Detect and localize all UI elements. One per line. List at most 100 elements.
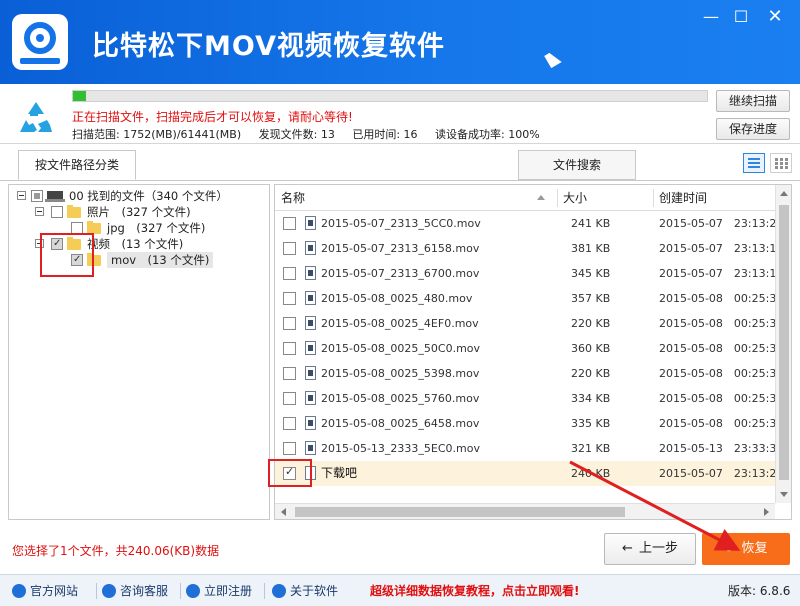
file-name: 2015-05-08_0025_4EF0.mov — [321, 317, 479, 330]
column-name[interactable]: 名称 — [277, 185, 557, 211]
row-checkbox[interactable] — [283, 242, 296, 255]
scan-warning-text: 正在扫描文件，扫描完成后才可以恢复，请耐心等待! — [72, 110, 353, 124]
list-header: 名称 大小 创建时间 — [275, 185, 775, 211]
vertical-scrollbar[interactable] — [775, 185, 791, 503]
column-created[interactable]: 创建时间 — [655, 185, 775, 211]
version-label: 版本: 6.8.6 — [728, 584, 791, 598]
tree-checkbox[interactable] — [31, 190, 43, 202]
table-row[interactable]: 2015-05-08_0025_4EF0.mov 220 KB 2015-05-08… — [275, 311, 783, 336]
scroll-left-icon[interactable] — [281, 508, 286, 516]
table-row[interactable]: 下载吧 240 KB 2015-05-07 23:13:20 — [275, 461, 783, 486]
tab-file-search[interactable]: 文件搜索 — [518, 150, 636, 180]
scroll-up-icon[interactable] — [780, 191, 788, 196]
file-size: 220 KB — [571, 367, 611, 380]
scroll-down-icon[interactable] — [780, 492, 788, 497]
file-icon — [305, 416, 316, 430]
table-row[interactable]: 2015-05-07_2313_5CC0.mov 241 KB 2015-05-07… — [275, 211, 783, 236]
collapse-icon[interactable] — [35, 207, 44, 216]
scroll-thumb[interactable] — [295, 507, 625, 517]
tree-item-photos[interactable]: 照片 (327 个文件) — [17, 204, 267, 220]
file-size: 334 KB — [571, 392, 611, 405]
file-created: 2015-05-07 23:13:19 — [659, 242, 784, 255]
list-view-icon[interactable] — [743, 153, 765, 173]
file-icon — [305, 216, 316, 230]
scroll-thumb[interactable] — [779, 205, 789, 480]
file-size: 360 KB — [571, 342, 611, 355]
column-size[interactable]: 大小 — [559, 185, 651, 211]
grid-view-icon[interactable] — [770, 153, 792, 173]
arrow-left-icon: ← — [622, 541, 633, 556]
tree-checkbox[interactable] — [51, 206, 63, 218]
table-row[interactable]: 2015-05-08_0025_480.mov 357 KB 2015-05-08 … — [275, 286, 783, 311]
minimize-button[interactable]: — — [700, 6, 722, 28]
file-created: 2015-05-13 23:33:33 — [659, 442, 784, 455]
file-created: 2015-05-07 23:13:18 — [659, 267, 784, 280]
annotation-highlight-tree — [40, 233, 94, 277]
scroll-right-icon[interactable] — [764, 508, 769, 516]
register-icon — [186, 584, 200, 598]
file-name: 2015-05-13_2333_5EC0.mov — [321, 442, 481, 455]
tree-label: 视频 (13 个文件) — [87, 237, 184, 251]
title-bar: 比特松下MOV视频恢复软件 — ☐ ✕ — [0, 0, 800, 84]
support-link[interactable]: 咨询客服 — [102, 582, 168, 600]
app-logo-icon — [12, 14, 68, 70]
file-icon — [305, 291, 316, 305]
file-icon — [305, 316, 316, 330]
row-checkbox[interactable] — [283, 442, 296, 455]
close-button[interactable]: ✕ — [764, 6, 786, 28]
about-link[interactable]: 关于软件 — [272, 582, 338, 600]
table-row[interactable]: 2015-05-07_2313_6158.mov 381 KB 2015-05-07… — [275, 236, 783, 261]
row-checkbox[interactable] — [283, 267, 296, 280]
scan-progress-bar — [72, 90, 708, 102]
link-label: 关于软件 — [290, 584, 339, 598]
table-row[interactable]: 2015-05-13_2333_5EC0.mov 321 KB 2015-05-13… — [275, 436, 783, 461]
link-label: 立即注册 — [204, 584, 253, 598]
row-checkbox[interactable] — [283, 292, 296, 305]
table-row[interactable]: 2015-05-08_0025_5398.mov 220 KB 2015-05-08… — [275, 361, 783, 386]
table-row[interactable]: 2015-05-08_0025_6458.mov 335 KB 2015-05-08… — [275, 411, 783, 436]
row-checkbox[interactable] — [283, 317, 296, 330]
tab-divider — [0, 180, 800, 181]
mouse-cursor-icon — [544, 49, 562, 69]
row-checkbox[interactable] — [283, 417, 296, 430]
tree-label: 00 找到的文件（340 个文件） — [69, 189, 228, 203]
read-success-rate: 读设备成功率: 100% — [435, 128, 540, 141]
horizontal-scrollbar[interactable] — [275, 503, 775, 519]
scan-status-panel: 正在扫描文件，扫描完成后才可以恢复，请耐心等待! 扫描范围: 1752(MB)/… — [0, 84, 800, 144]
save-progress-button[interactable]: 保存进度 — [716, 118, 790, 140]
register-link[interactable]: 立即注册 — [186, 582, 252, 600]
table-row[interactable]: 2015-05-08_0025_50C0.mov 360 KB 2015-05-08… — [275, 336, 783, 361]
file-name: 2015-05-07_2313_6700.mov — [321, 267, 480, 280]
link-label: 咨询客服 — [120, 584, 169, 598]
maximize-button[interactable]: ☐ — [730, 6, 752, 28]
file-created: 2015-05-08 00:25:35 — [659, 367, 784, 380]
file-size: 381 KB — [571, 242, 611, 255]
row-checkbox[interactable] — [283, 367, 296, 380]
selection-summary: 您选择了1个文件，共240.06(KB)数据 — [12, 544, 220, 558]
scan-range: 扫描范围: 1752(MB)/61441(MB) — [72, 128, 242, 141]
home-icon — [12, 584, 26, 598]
file-name: 2015-05-08_0025_5760.mov — [321, 392, 480, 405]
file-created: 2015-05-08 00:25:33 — [659, 342, 784, 355]
file-icon — [305, 266, 316, 280]
recover-button[interactable]: ⟳ 恢复 — [702, 533, 790, 565]
back-button[interactable]: ← 上一步 — [604, 533, 696, 565]
tree-item-root[interactable]: 00 找到的文件（340 个文件） — [17, 188, 267, 204]
row-checkbox[interactable] — [283, 342, 296, 355]
file-icon — [305, 441, 316, 455]
scan-stats: 扫描范围: 1752(MB)/61441(MB) 发现文件数: 13 已用时间:… — [72, 126, 554, 142]
row-checkbox[interactable] — [283, 392, 296, 405]
row-checkbox[interactable] — [283, 217, 296, 230]
tab-by-path[interactable]: 按文件路径分类 — [18, 150, 136, 180]
file-name: 2015-05-08_0025_480.mov — [321, 292, 473, 305]
file-size: 240 KB — [571, 467, 611, 480]
official-website-link[interactable]: 官方网站 — [12, 582, 78, 600]
tutorial-promo-link[interactable]: 超级详细数据恢复教程，点击立即观看! — [370, 582, 579, 600]
table-row[interactable]: 2015-05-07_2313_6700.mov 345 KB 2015-05-07… — [275, 261, 783, 286]
footer-bar: 官方网站 咨询客服 立即注册 关于软件 超级详细数据恢复教程，点击立即观看! 版… — [0, 574, 800, 606]
collapse-icon[interactable] — [17, 191, 26, 200]
file-created: 2015-05-08 00:25:34 — [659, 317, 784, 330]
tree-label: mov (13 个文件) — [107, 252, 214, 268]
table-row[interactable]: 2015-05-08_0025_5760.mov 334 KB 2015-05-08… — [275, 386, 783, 411]
continue-scan-button[interactable]: 继续扫描 — [716, 90, 790, 112]
